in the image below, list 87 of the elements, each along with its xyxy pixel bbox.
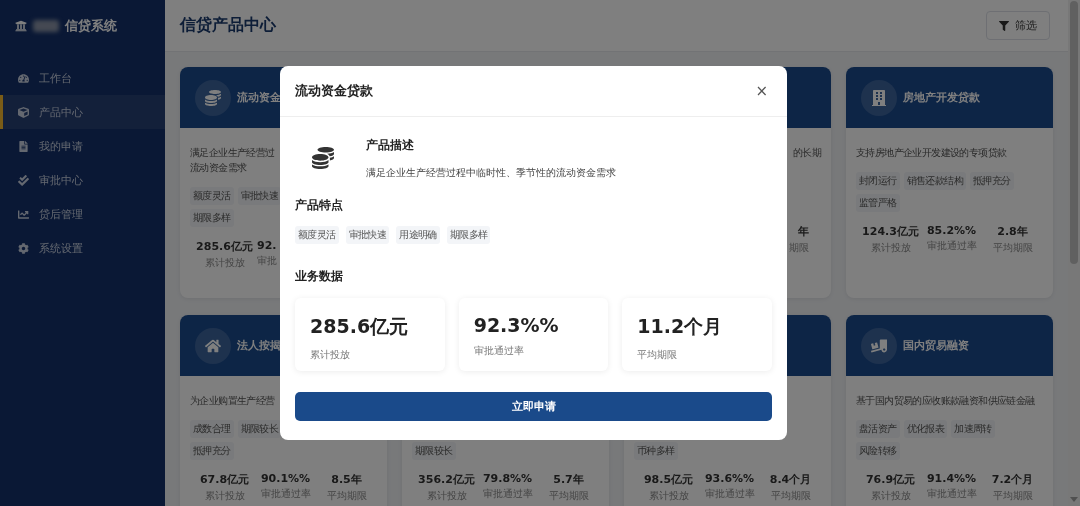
stat-value: 67.8亿元 — [198, 472, 251, 487]
gauge-icon — [18, 72, 29, 84]
stat-value: 8.5年 — [330, 472, 363, 487]
section-heading: 产品描述 — [366, 137, 415, 154]
card-title: 流动资金 — [237, 90, 281, 105]
stat-value: 5.7年 — [552, 472, 585, 487]
feature-tag: 审批快速 — [345, 226, 390, 244]
bank-icon — [15, 20, 27, 32]
stat-value: 7.2个月 — [990, 472, 1035, 487]
scrollbar-thumb[interactable] — [1070, 1, 1078, 264]
feature-tag: 额度灵活 — [190, 187, 234, 205]
feature-tag: 封闭运行 — [856, 172, 900, 190]
nav-item[interactable]: 我的申请 — [0, 129, 165, 163]
section-heading: 业务数据 — [295, 268, 344, 285]
stat-value: 76.9亿元 — [864, 472, 917, 487]
nav-label: 系统设置 — [39, 240, 83, 256]
nav-label: 工作台 — [39, 70, 72, 86]
double-check-icon — [18, 174, 29, 186]
stat-value: 年 — [797, 224, 810, 239]
card-description: 为企业购置生产经营 — [190, 394, 275, 408]
apply-button[interactable]: 立即申请 — [295, 392, 772, 421]
stat-value: 124.3亿元 — [861, 224, 920, 239]
feature-tag: 期限较长 — [412, 442, 456, 460]
stat-value: 98.5亿元 — [642, 472, 695, 487]
stat-value: 85.2%% — [925, 224, 978, 237]
feature-tag: 期限较长 — [237, 420, 282, 438]
feature-tag: 币种多样 — [634, 442, 678, 460]
document-icon — [18, 140, 29, 152]
card-title: 房地产开发贷款 — [903, 90, 980, 105]
feature-tag: 优化报表 — [903, 420, 948, 438]
stat-value: 285.6亿元 — [195, 239, 254, 254]
stat-value: 11.2个月 — [637, 314, 724, 339]
stat-value: 92. — [256, 239, 278, 252]
stat-value: 285.6亿元 — [310, 314, 410, 339]
feature-tag: 销售还款结构 — [903, 172, 966, 190]
filter-button[interactable]: 筛选 — [986, 11, 1050, 40]
card-description: 满足企业生产经营过 — [190, 146, 275, 160]
card-title: 法人按揭 — [237, 338, 281, 353]
feature-tag: 用途明确 — [396, 226, 440, 244]
card-title: 国内贸易融资 — [903, 338, 969, 353]
stat-value: 93.6%% — [703, 472, 756, 485]
nav-item[interactable]: 贷后管理 — [0, 197, 165, 231]
card-description: 支持房地产企业开发建设的专项贷款 — [856, 146, 1007, 160]
stat-value: 8.4个月 — [768, 472, 813, 487]
feature-tag: 盘活资产 — [856, 420, 900, 438]
stat-value: 91.4%% — [925, 472, 978, 485]
feature-tag: 风险转移 — [856, 442, 900, 460]
card-description: 基于国内贸易的应收账款融资和供应链金融 — [856, 394, 1035, 408]
nav-label: 贷后管理 — [39, 206, 83, 222]
scroll-down-icon[interactable] — [1070, 497, 1078, 503]
nav-item[interactable]: 审批中心 — [0, 163, 165, 197]
filter-icon — [999, 20, 1009, 31]
brand-name: 信贷系统 — [65, 17, 117, 35]
stat-value: 90.1%% — [259, 472, 312, 485]
section-heading: 产品特点 — [295, 197, 344, 214]
stat-value: 356.2亿元 — [417, 472, 476, 487]
feature-tag: 成数合理 — [190, 420, 234, 438]
feature-tag: 额度灵活 — [295, 226, 339, 244]
cube-icon — [18, 106, 29, 118]
dialog-title: 流动资金贷款 — [295, 82, 373, 100]
feature-tag: 期限多样 — [190, 209, 234, 227]
nav-label: 审批中心 — [39, 172, 83, 188]
close-button[interactable]: × — [751, 82, 772, 100]
feature-tag: 抵押充分 — [970, 172, 1014, 190]
nav-label: 产品中心 — [39, 104, 83, 120]
stat-value: 2.8年 — [996, 224, 1029, 239]
stat-value: 79.8%% — [481, 472, 534, 485]
settings-icon — [18, 242, 29, 254]
product-description: 满足企业生产经营过程中临时性、季节性的流动资金需求 — [366, 166, 616, 180]
page-title: 信贷产品中心 — [180, 15, 276, 36]
stat-value: 92.3%% — [473, 314, 560, 336]
nav-item[interactable]: 工作台 — [0, 61, 165, 95]
line-chart-icon — [18, 208, 29, 220]
stat-label: 审批通过率 — [473, 344, 525, 358]
nav-label: 我的申请 — [39, 138, 83, 154]
nav-item[interactable]: 系统设置 — [0, 231, 165, 265]
feature-tag: 抵押充分 — [190, 442, 234, 460]
feature-tag: 期限多样 — [446, 226, 491, 244]
feature-tag: 审批快速 — [237, 187, 282, 205]
card-description: 流动资金需求 — [190, 161, 247, 175]
stat-label: 平均期限 — [637, 348, 679, 362]
redaction-blur — [33, 20, 59, 32]
stat-label: 累计投放 — [310, 348, 351, 362]
feature-tag: 加速周转 — [951, 420, 995, 438]
coins-icon — [312, 147, 334, 169]
feature-tag: 监管严格 — [856, 194, 900, 212]
card-description: 的长期 — [792, 146, 821, 160]
